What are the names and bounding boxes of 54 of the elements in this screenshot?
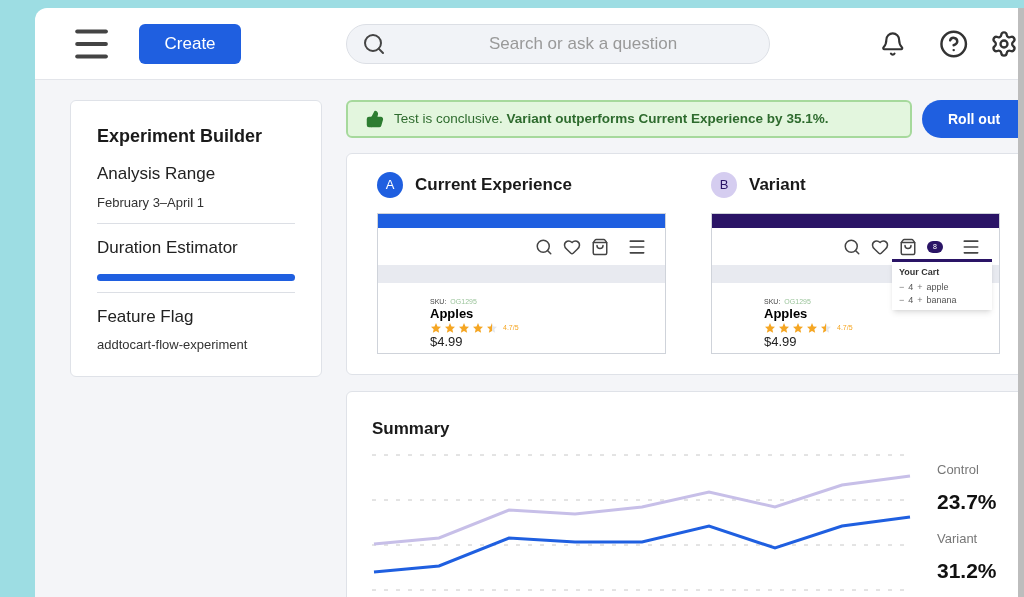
variant-badge: A [377, 172, 403, 198]
section-label: Analysis Range [97, 163, 217, 185]
star-icon [792, 322, 804, 334]
legend-value: 23.7% [937, 488, 997, 515]
bag-icon [591, 237, 609, 256]
heart-icon [563, 237, 581, 256]
minus-button[interactable]: − [899, 281, 905, 293]
settings-icon[interactable] [990, 29, 1018, 58]
variant-badge: B [711, 172, 737, 198]
star-icon [458, 322, 470, 334]
cart-item-name: banana [926, 294, 957, 306]
star-icon [430, 322, 442, 334]
section-value: February 3–April 1 [97, 193, 205, 212]
section-label: Feature Flag [97, 305, 195, 328]
summary-title: Summary [372, 418, 451, 440]
notification-icon[interactable] [880, 30, 906, 57]
legend-value: 31.2% [937, 557, 997, 584]
scrollbar[interactable] [1018, 8, 1024, 597]
variant-title: Current Experience [415, 174, 572, 197]
minus-button[interactable]: − [899, 294, 905, 306]
star-icon [820, 322, 832, 334]
section-value: addtocart-flow-experiment [97, 336, 249, 354]
cart-item-name: apple [926, 281, 949, 293]
thumbs-up-icon [366, 110, 384, 128]
help-icon[interactable] [938, 28, 968, 59]
search-icon [362, 31, 386, 56]
cart-quantity: 4 [908, 281, 914, 293]
legend-label: Control [937, 461, 980, 479]
star-icon [486, 322, 498, 334]
create-button[interactable]: Create [139, 23, 241, 64]
legend-label: Variant [937, 530, 979, 548]
cart-title: Your Cart [899, 266, 941, 279]
plus-button[interactable]: + [917, 281, 923, 293]
search-field[interactable]: Search or ask a question [346, 23, 771, 64]
star-icon [472, 322, 484, 334]
bag-icon [899, 237, 918, 256]
product-name: Apples [764, 306, 809, 322]
cart-quantity: 4 [908, 294, 914, 306]
star-icon [764, 322, 776, 334]
star-icon [778, 322, 790, 334]
card-title: Experiment Builder [97, 125, 264, 148]
variant-title: Variant [749, 174, 806, 197]
banner-message: Test is conclusive. Variant outperforms Current Experience by 35.1%. [394, 109, 829, 128]
section-label: Duration Estimator [97, 237, 239, 259]
search-icon [843, 237, 862, 256]
price: $4.99 [430, 334, 464, 349]
plus-button[interactable]: + [917, 294, 923, 306]
star-icon [806, 322, 818, 334]
roll-out-button[interactable]: Roll out [922, 100, 1018, 138]
star-icon [444, 322, 456, 334]
search-icon [535, 237, 553, 256]
heart-icon [871, 237, 890, 256]
product-name: Apples [430, 306, 475, 322]
price: $4.99 [764, 334, 798, 349]
